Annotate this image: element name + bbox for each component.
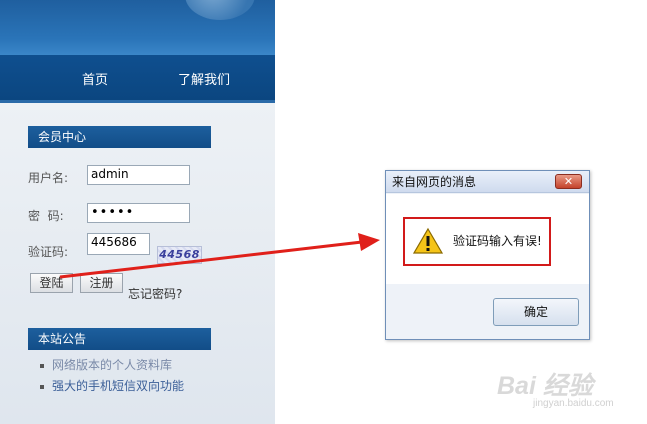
notice-item-text: 强大的手机短信双向功能 (52, 379, 185, 393)
ok-button[interactable]: 确定 (493, 298, 579, 326)
nav-bar: 首页 了解我们 (0, 55, 275, 103)
nav-home-link[interactable]: 首页 (82, 69, 108, 88)
page-body: 会员中心 用户名: admin 密 码: ••••• 验证码: 445686 4… (0, 103, 275, 424)
notice-item-text: 网络版本的个人资料库 (52, 358, 173, 372)
close-icon[interactable]: ✕ (555, 174, 582, 189)
website: 首页 了解我们 会员中心 用户名: admin 密 码: ••••• 验证码: … (0, 0, 275, 424)
captcha-label: 验证码: (28, 245, 69, 259)
alert-dialog: 来自网页的消息 ✕ 验证码输入有误! 确定 (385, 170, 590, 340)
notice-title: 本站公告 (28, 328, 211, 350)
register-button[interactable]: 注册 (80, 273, 123, 293)
member-center-title: 会员中心 (28, 126, 211, 148)
message-highlight-box (403, 217, 551, 266)
username-label: 用户名: (28, 171, 69, 185)
globe-logo-icon (185, 0, 255, 20)
nav-about-link[interactable]: 了解我们 (178, 69, 230, 88)
login-button[interactable]: 登陆 (30, 273, 73, 293)
bullet-icon (40, 384, 44, 389)
captcha-input[interactable]: 445686 (87, 233, 150, 255)
notice-item[interactable]: 强大的手机短信双向功能 (40, 377, 184, 394)
forgot-password-link[interactable]: 忘记密码? (128, 285, 182, 302)
watermark-logo: Bai 经验 (497, 372, 593, 400)
watermark-url: jingyan.baidu.com (533, 398, 614, 409)
bullet-icon (40, 363, 44, 368)
notice-item[interactable]: 网络版本的个人资料库 (40, 356, 172, 373)
captcha-image: 44568 (157, 246, 202, 264)
banner (0, 0, 275, 55)
password-label: 密 码: (28, 209, 64, 223)
username-input[interactable]: admin (87, 165, 190, 185)
password-input[interactable]: ••••• (87, 203, 190, 223)
dialog-body: 验证码输入有误! (386, 194, 589, 284)
